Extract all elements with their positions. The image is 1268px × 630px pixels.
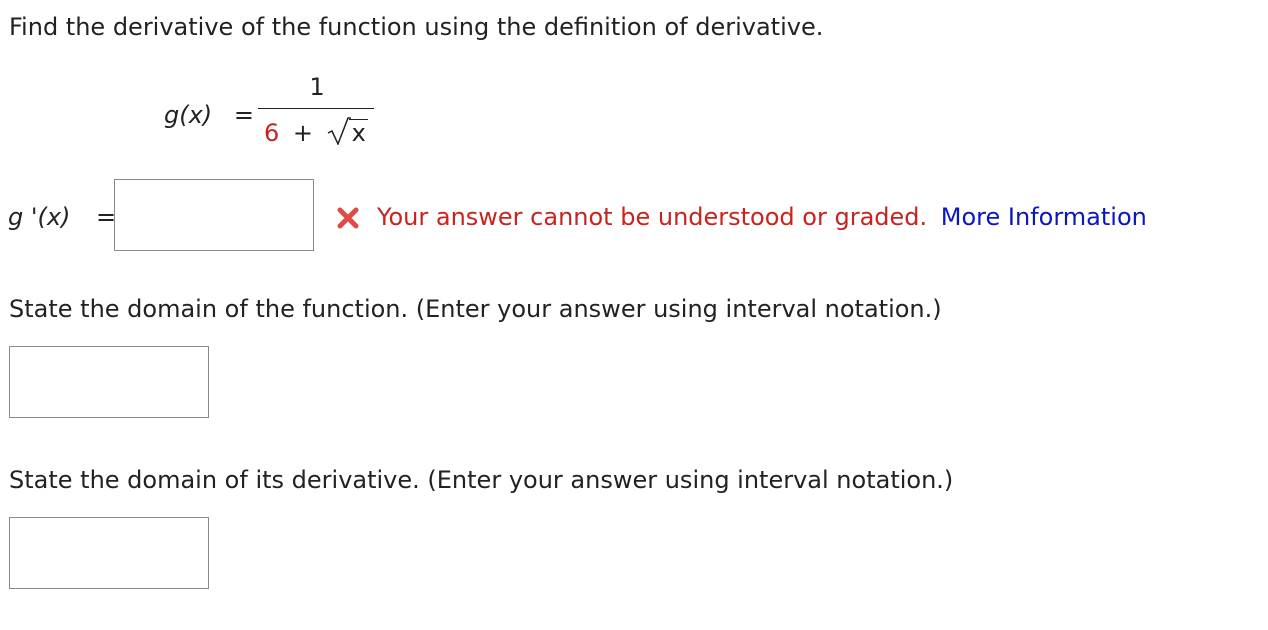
denominator-plus: +: [292, 119, 314, 147]
derivative-answer-input[interactable]: [114, 179, 314, 251]
radicand: x: [348, 119, 368, 146]
answer-feedback: Your answer cannot be understood or grad…: [335, 202, 1147, 232]
question-instruction: Find the derivative of the function usin…: [9, 13, 824, 41]
function-fraction: 1 6 + x: [258, 72, 376, 152]
fraction-numerator: 1: [309, 73, 325, 101]
feedback-message: Your answer cannot be understood or grad…: [377, 203, 928, 231]
fraction-bar: [258, 108, 374, 109]
domain-derivative-input[interactable]: [9, 517, 209, 589]
domain-function-input[interactable]: [9, 346, 209, 418]
equals-sign: =: [233, 101, 254, 129]
function-definition-lhs: g(x) =: [164, 100, 254, 130]
domain-function-prompt: State the domain of the function. (Enter…: [9, 295, 942, 323]
denominator-constant: 6: [264, 119, 280, 147]
function-name: g(x): [164, 101, 213, 129]
red-x-icon: [337, 207, 359, 229]
radical-sign-icon: [327, 117, 351, 145]
derivative-label-row: g '(x) =: [8, 202, 116, 232]
fraction-denominator: 6 + x: [264, 117, 368, 148]
square-root: x: [327, 117, 368, 148]
derivative-label: g '(x): [8, 203, 71, 231]
more-information-link[interactable]: More Information: [941, 203, 1147, 231]
domain-derivative-prompt: State the domain of its derivative. (Ent…: [9, 466, 954, 494]
